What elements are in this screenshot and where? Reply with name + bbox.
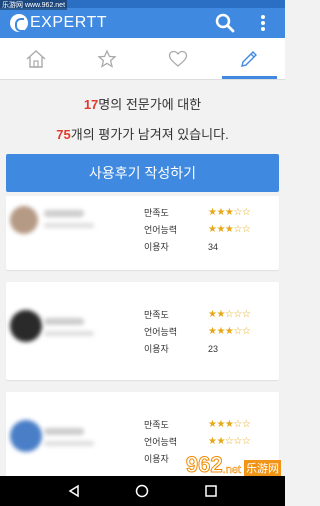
tab-likes[interactable] bbox=[143, 38, 214, 79]
system-nav-bar bbox=[0, 476, 285, 506]
expert-count: 17 bbox=[83, 97, 99, 112]
reviewer-name-blurred bbox=[44, 210, 84, 217]
logo-mark-icon bbox=[10, 14, 28, 32]
site-watermark-top: 乐游网 www.962.net bbox=[0, 0, 68, 10]
users-count: 34 bbox=[208, 241, 219, 252]
satisfaction-stars: ★★★☆☆ bbox=[208, 419, 251, 430]
remaining-reviews-line: 75개의 평가가 남겨져 있습니다. bbox=[0, 124, 285, 146]
users-label: 이용자 bbox=[144, 344, 169, 354]
logo-text: EXPERT bbox=[30, 14, 97, 31]
avatar bbox=[10, 206, 38, 234]
users-label: 이용자 bbox=[144, 242, 169, 252]
avatar bbox=[10, 310, 42, 342]
review-summary: 17명의 전문가에 대한 75개의 평가가 남겨져 있습니다. 사용후기 작성하… bbox=[0, 80, 285, 192]
expert-count-text: 명의 전문가에 대한 bbox=[98, 97, 202, 112]
app-bar: EXPERT T bbox=[0, 8, 285, 38]
more-menu-button[interactable] bbox=[251, 11, 275, 35]
heart-icon bbox=[168, 50, 188, 67]
reviewer-name-blurred bbox=[44, 428, 84, 435]
site-watermark-logo: 962 .net 乐游网 bbox=[185, 452, 281, 477]
home-nav-button[interactable] bbox=[132, 481, 152, 501]
language-label: 언어능력 bbox=[144, 437, 178, 447]
review-list: 만족도 ★★★☆☆ 언어능력 ★★★☆☆ 이용자 34 만족도 ★★☆☆☆ 언어능력 ★★… bbox=[0, 192, 285, 490]
watermark-brand: 962 bbox=[185, 452, 223, 477]
more-vertical-icon bbox=[261, 15, 265, 31]
tab-favorites[interactable] bbox=[71, 38, 142, 79]
avatar bbox=[10, 420, 42, 452]
satisfaction-label: 만족도 bbox=[144, 310, 169, 320]
review-card[interactable]: 만족도 ★★★☆☆ 언어능력 ★★★☆☆ 이용자 34 bbox=[6, 196, 279, 270]
logo-text-tail: T bbox=[96, 14, 108, 31]
satisfaction-label: 만족도 bbox=[144, 420, 169, 430]
language-stars: ★★★☆☆ bbox=[208, 326, 251, 337]
watermark-cn: 乐游网 bbox=[244, 460, 281, 476]
recents-button[interactable] bbox=[201, 481, 221, 501]
review-stats: 만족도 ★★☆☆☆ 언어능력 ★★★☆☆ 이용자 23 bbox=[144, 306, 251, 357]
search-icon bbox=[215, 13, 235, 33]
search-button[interactable] bbox=[213, 11, 237, 35]
recents-square-icon bbox=[205, 485, 217, 497]
reviewer-name-blurred bbox=[44, 318, 84, 325]
back-triangle-icon bbox=[68, 484, 79, 498]
users-count: 23 bbox=[208, 343, 219, 354]
reviewer-info-blurred bbox=[44, 331, 94, 336]
back-button[interactable] bbox=[64, 481, 84, 501]
review-card[interactable]: 만족도 ★★☆☆☆ 언어능력 ★★★☆☆ 이용자 23 bbox=[6, 282, 279, 380]
write-review-button[interactable]: 사용후기 작성하기 bbox=[6, 154, 279, 192]
star-icon bbox=[97, 48, 117, 68]
pencil-icon bbox=[241, 50, 258, 67]
remaining-reviews-text: 개의 평가가 남겨져 있습니다. bbox=[70, 127, 229, 142]
language-label: 언어능력 bbox=[144, 327, 178, 337]
tab-reviews[interactable] bbox=[214, 38, 285, 79]
satisfaction-label: 만족도 bbox=[144, 208, 169, 218]
home-icon bbox=[26, 49, 46, 68]
remaining-count: 75 bbox=[56, 127, 71, 142]
satisfaction-stars: ★★☆☆☆ bbox=[208, 309, 251, 320]
satisfaction-stars: ★★★☆☆ bbox=[208, 207, 251, 218]
tab-home[interactable] bbox=[0, 38, 71, 79]
reviewer-info-blurred bbox=[44, 223, 94, 228]
tab-bar bbox=[0, 38, 285, 80]
language-stars: ★★☆☆☆ bbox=[208, 436, 251, 447]
home-circle-icon bbox=[136, 484, 149, 498]
app-logo[interactable]: EXPERT T bbox=[10, 14, 107, 32]
reviewer-info-blurred bbox=[44, 441, 94, 446]
language-label: 언어능력 bbox=[144, 225, 178, 235]
language-stars: ★★★☆☆ bbox=[208, 224, 251, 235]
expert-count-line: 17명의 전문가에 대한 bbox=[0, 94, 285, 116]
watermark-domain: .net bbox=[222, 464, 241, 477]
review-stats: 만족도 ★★★☆☆ 언어능력 ★★★☆☆ 이용자 34 bbox=[144, 204, 251, 255]
